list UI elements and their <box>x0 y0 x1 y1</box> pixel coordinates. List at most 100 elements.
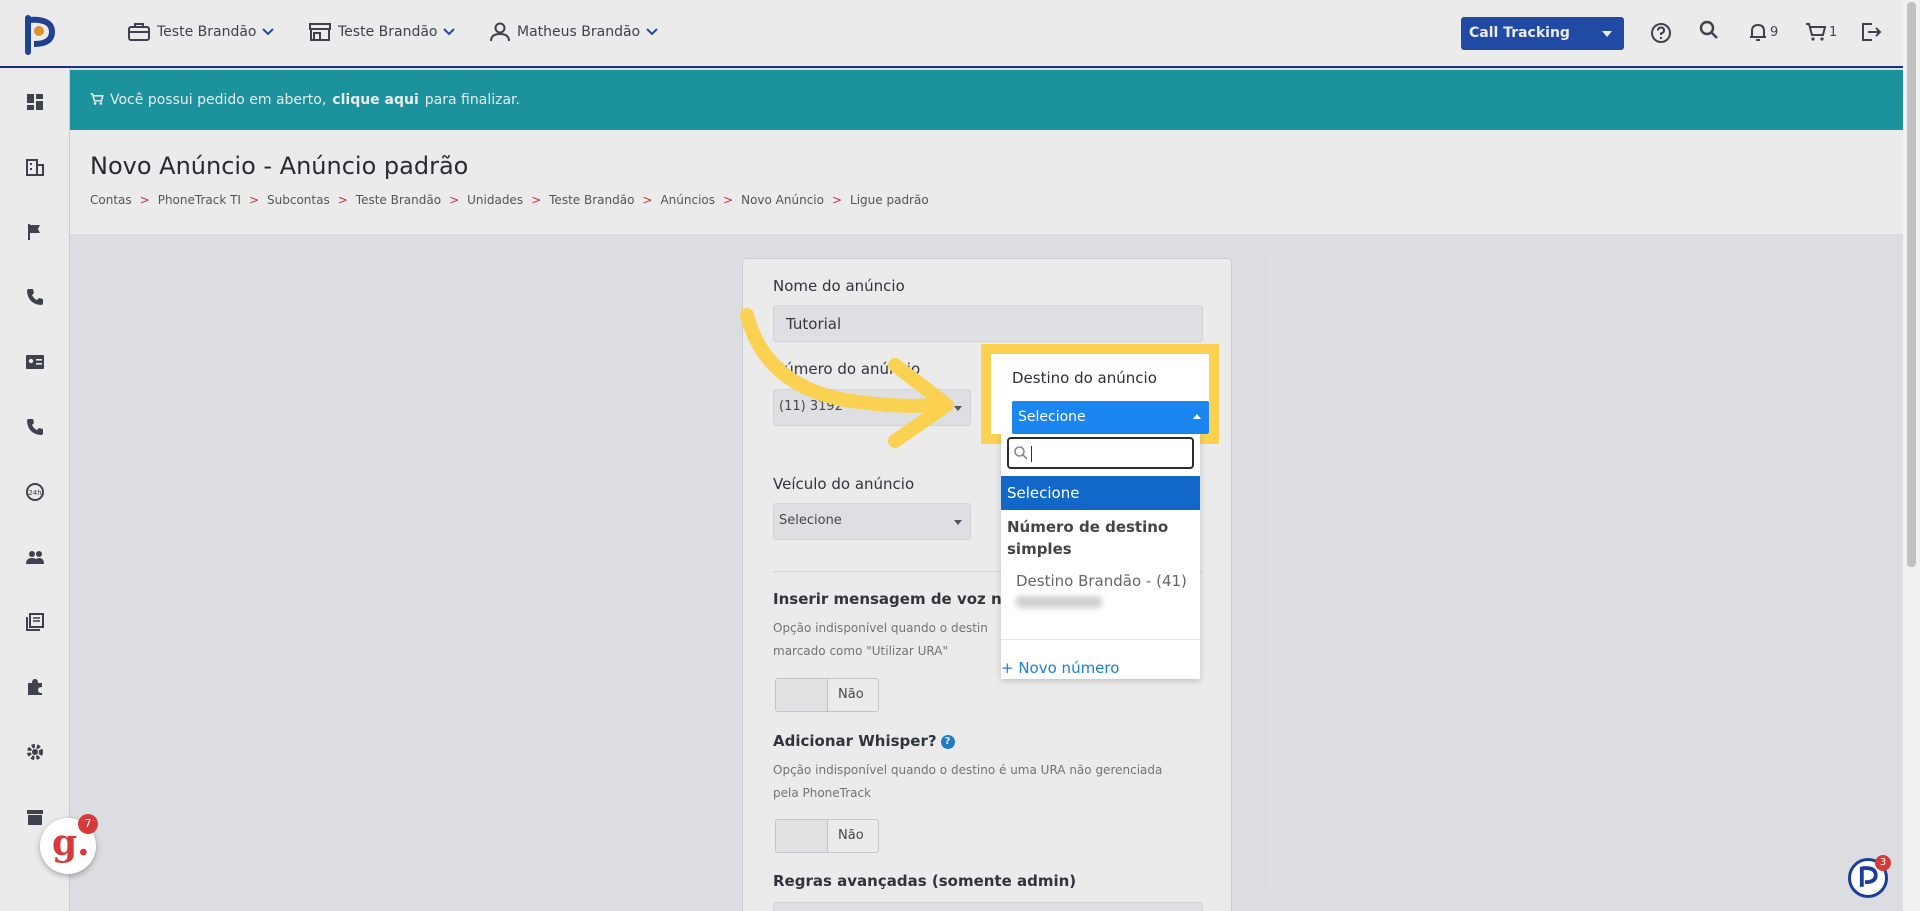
ad-name-label: Nome do anúncio <box>773 277 905 295</box>
toggle-knob <box>776 820 828 852</box>
caret-down-icon <box>954 520 962 525</box>
product-select[interactable]: Call Tracking <box>1461 17 1624 50</box>
search-icon <box>1014 446 1028 460</box>
user-menu-label: Matheus Brandão <box>517 24 641 40</box>
scrollbar-thumb[interactable] <box>1907 2 1916 567</box>
users-icon[interactable] <box>25 547 45 567</box>
voice-message-hint: Opção indisponível quando o destin marca… <box>773 617 988 663</box>
cart-button[interactable]: 1 <box>1805 22 1837 42</box>
tutorial-arrow-icon <box>740 308 954 448</box>
contact-card-icon[interactable] <box>25 352 45 372</box>
account-selector-label: Teste Brandão <box>157 24 257 40</box>
whisper-label: Adicionar Whisper?? <box>773 732 955 750</box>
banner-link[interactable]: clique aqui <box>332 92 419 108</box>
ad-vehicle-label: Veículo do anúncio <box>773 475 915 493</box>
whisper-label-text: Adicionar Whisper? <box>773 732 937 750</box>
help-icon[interactable]: ? <box>940 734 955 749</box>
toggle-knob <box>776 679 828 711</box>
dropdown-group-label: Número de destino simples <box>1007 518 1169 558</box>
voice-message-toggle[interactable]: Não <box>775 678 879 712</box>
user-menu[interactable]: Matheus Brandão <box>489 22 658 42</box>
breadcrumb-item[interactable]: Anúncios <box>660 193 715 207</box>
store-icon[interactable] <box>25 807 45 827</box>
voice-hint-line: marcado como "Utilizar URA" <box>773 644 948 658</box>
gear-icon[interactable] <box>25 742 45 762</box>
breadcrumb: Contas > PhoneTrack TI > Subcontas > Teste … <box>90 193 929 207</box>
search-button[interactable] <box>1699 20 1719 40</box>
page-scrollbar[interactable] <box>1903 0 1920 911</box>
product-select-label: Call Tracking <box>1469 25 1570 41</box>
cart-icon <box>1806 23 1827 41</box>
logout-button[interactable] <box>1860 22 1882 42</box>
library-icon[interactable] <box>25 612 45 632</box>
whisper-hint-line: pela PhoneTrack <box>773 786 872 800</box>
dropdown-option-selected[interactable]: Selecione <box>1001 476 1200 510</box>
open-order-banner: Você possui pedido em aberto, clique aqu… <box>70 70 1903 130</box>
user-icon <box>490 22 510 42</box>
briefcase-icon <box>128 23 150 41</box>
text-cursor <box>1031 446 1032 462</box>
dashboard-icon[interactable] <box>25 92 45 112</box>
blurred-number <box>1016 596 1102 608</box>
flag-icon[interactable] <box>25 222 45 242</box>
dropdown-option[interactable]: Destino Brandão - (41) <box>1016 572 1187 590</box>
phone-call-icon[interactable] <box>25 417 45 437</box>
caret-down-icon <box>1602 31 1612 37</box>
breadcrumb-item[interactable]: Teste Brandão <box>549 193 634 207</box>
banner-text-end: para finalizar. <box>424 92 520 108</box>
breadcrumb-item[interactable]: Contas <box>90 193 132 207</box>
breadcrumb-item[interactable]: Subcontas <box>267 193 330 207</box>
destination-highlight: Destino do anúncio Selecione <box>981 344 1219 444</box>
breadcrumb-item[interactable]: Teste Brandão <box>356 193 441 207</box>
unit-selector-label: Teste Brandão <box>338 24 438 40</box>
voice-message-label: Inserir mensagem de voz na ch <box>773 590 1037 608</box>
unit-selector[interactable]: Teste Brandão <box>308 22 456 42</box>
breadcrumb-item[interactable]: PhoneTrack TI <box>158 193 241 207</box>
destination-dropdown: Selecione Número de destino simples Dest… <box>1001 434 1200 679</box>
destination-value: Selecione <box>1018 409 1086 425</box>
page-header: Novo Anúncio - Anúncio padrão Contas > Ph… <box>70 130 1903 234</box>
building-icon[interactable] <box>25 157 45 177</box>
bell-icon <box>1750 23 1766 41</box>
chevron-down-icon <box>646 28 658 36</box>
search-icon <box>1699 20 1718 39</box>
banner-text: Você possui pedido em aberto, <box>110 92 327 108</box>
chat-widget[interactable]: 3 <box>1848 855 1891 898</box>
breadcrumb-item[interactable]: Unidades <box>467 193 523 207</box>
top-header: Teste Brandão Teste Brandão Matheus Bran… <box>0 0 1903 68</box>
cart-count: 1 <box>1829 24 1838 40</box>
breadcrumb-item[interactable]: Novo Anúncio <box>741 193 824 207</box>
logout-icon <box>1862 23 1882 41</box>
dropdown-search-input[interactable] <box>1007 437 1194 469</box>
notifications-button[interactable]: 9 <box>1748 22 1778 42</box>
destination-label: Destino do anúncio <box>1012 369 1157 387</box>
notifications-count: 9 <box>1770 24 1779 40</box>
whisper-hint-line: Opção indisponível quando o destino é um… <box>773 763 1163 777</box>
g-widget[interactable]: g. 7 <box>40 814 98 874</box>
sidebar: 24h <box>0 68 70 911</box>
new-number-link[interactable]: + Novo número <box>1001 659 1119 677</box>
speed-icon[interactable]: 24h <box>25 482 45 502</box>
voice-hint-line: Opção indisponível quando o destin <box>773 621 988 635</box>
store-icon <box>309 23 331 41</box>
toggle-state: Não <box>838 828 864 843</box>
advanced-rules-input[interactable] <box>773 902 1203 911</box>
chevron-down-icon <box>262 28 275 36</box>
account-selector[interactable]: Teste Brandão <box>127 22 275 42</box>
g-widget-count: 7 <box>78 814 98 834</box>
phonetrack-logo[interactable] <box>22 12 58 56</box>
destination-select[interactable]: Selecione <box>1012 401 1209 434</box>
cart-icon <box>90 93 104 105</box>
caret-up-icon <box>1193 414 1201 419</box>
page-title: Novo Anúncio - Anúncio padrão <box>90 152 469 180</box>
help-button[interactable] <box>1650 22 1672 44</box>
whisper-hint: Opção indisponível quando o destino é um… <box>773 759 1162 805</box>
ad-vehicle-select[interactable]: Selecione <box>773 503 971 540</box>
phone-icon[interactable] <box>25 287 45 307</box>
breadcrumb-item: Ligue padrão <box>850 193 929 207</box>
dropdown-divider <box>1001 639 1200 640</box>
advanced-rules-label: Regras avançadas (somente admin) <box>773 872 1077 890</box>
whisper-toggle[interactable]: Não <box>775 819 879 853</box>
puzzle-icon[interactable] <box>25 677 45 697</box>
chevron-down-icon <box>443 28 456 36</box>
